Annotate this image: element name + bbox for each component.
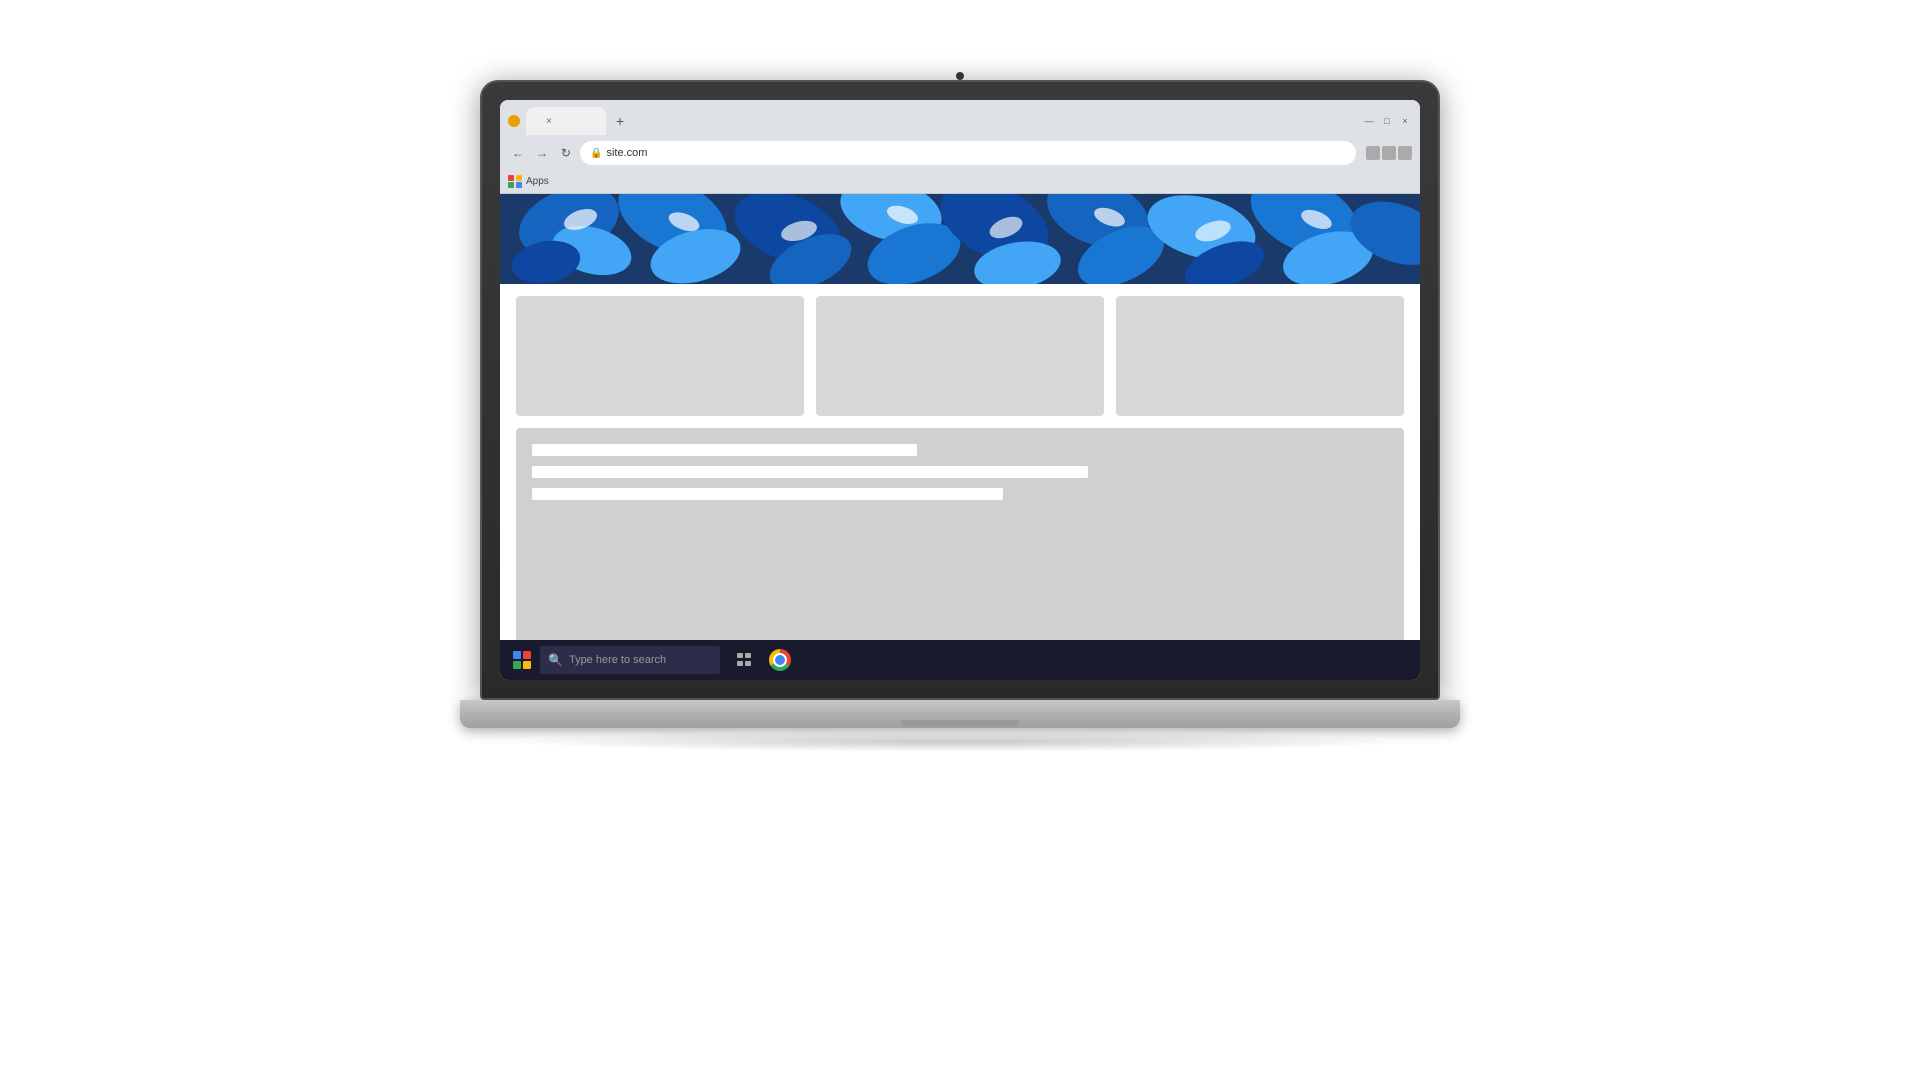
lock-icon: 🔒 <box>590 148 602 159</box>
browser-tab[interactable]: × <box>526 107 606 135</box>
laptop-mockup: × + — □ × ← → ↻ <box>435 80 1485 1000</box>
close-button[interactable]: × <box>1398 114 1412 128</box>
tab-bar: × + — □ × <box>500 100 1420 136</box>
minimize-button[interactable]: — <box>1362 114 1376 128</box>
back-button[interactable]: ← <box>508 143 528 163</box>
windows-logo-icon <box>513 651 531 669</box>
laptop-lid: × + — □ × ← → ↻ <box>480 80 1440 700</box>
card-3 <box>1116 296 1404 416</box>
menu-dot-1 <box>1366 146 1380 160</box>
forward-button[interactable]: → <box>532 143 552 163</box>
content-line-2 <box>532 466 1088 478</box>
hero-pattern <box>500 194 1420 284</box>
address-bar-row: ← → ↻ 🔒 site.com <box>500 136 1420 170</box>
tab-close-button[interactable]: × <box>546 116 552 127</box>
camera <box>956 72 964 80</box>
refresh-button[interactable]: ↻ <box>556 143 576 163</box>
content-section <box>516 428 1404 668</box>
chrome-taskbar-icon[interactable] <box>764 644 796 676</box>
screen-content: × + — □ × ← → ↻ <box>500 100 1420 680</box>
taskbar-icons <box>728 644 796 676</box>
taskbar-search-box[interactable]: 🔍 Type here to search <box>540 646 720 674</box>
hero-banner <box>500 194 1420 284</box>
apps-label[interactable]: Apps <box>526 176 549 187</box>
apps-grid-icon <box>508 175 522 189</box>
task-view-button[interactable] <box>728 644 760 676</box>
taskbar: 🔍 Type here to search <box>500 640 1420 680</box>
card-2 <box>816 296 1104 416</box>
laptop-shadow <box>510 732 1410 752</box>
window-controls: — □ × <box>1362 114 1412 128</box>
content-line-1 <box>532 444 917 456</box>
screen-bezel: × + — □ × ← → ↻ <box>500 100 1420 680</box>
maximize-button[interactable]: □ <box>1380 114 1394 128</box>
card-1 <box>516 296 804 416</box>
bookmarks-bar: Apps <box>500 170 1420 194</box>
trackpad-notch <box>900 720 1020 726</box>
browser-chrome: × + — □ × ← → ↻ <box>500 100 1420 194</box>
content-line-3 <box>532 488 1003 500</box>
search-placeholder-text: Type here to search <box>569 654 666 666</box>
chrome-icon <box>769 649 791 671</box>
search-icon: 🔍 <box>548 653 563 667</box>
menu-dot-3 <box>1398 146 1412 160</box>
laptop-base <box>460 700 1460 728</box>
menu-dot-2 <box>1382 146 1396 160</box>
start-button[interactable] <box>504 642 540 678</box>
new-tab-button[interactable]: + <box>610 111 630 131</box>
address-bar[interactable]: 🔒 site.com <box>580 141 1356 165</box>
cards-row <box>500 284 1420 428</box>
tab-favicon <box>508 115 520 127</box>
url-text: site.com <box>606 147 647 159</box>
browser-menu[interactable] <box>1366 146 1412 160</box>
website-content <box>500 194 1420 680</box>
